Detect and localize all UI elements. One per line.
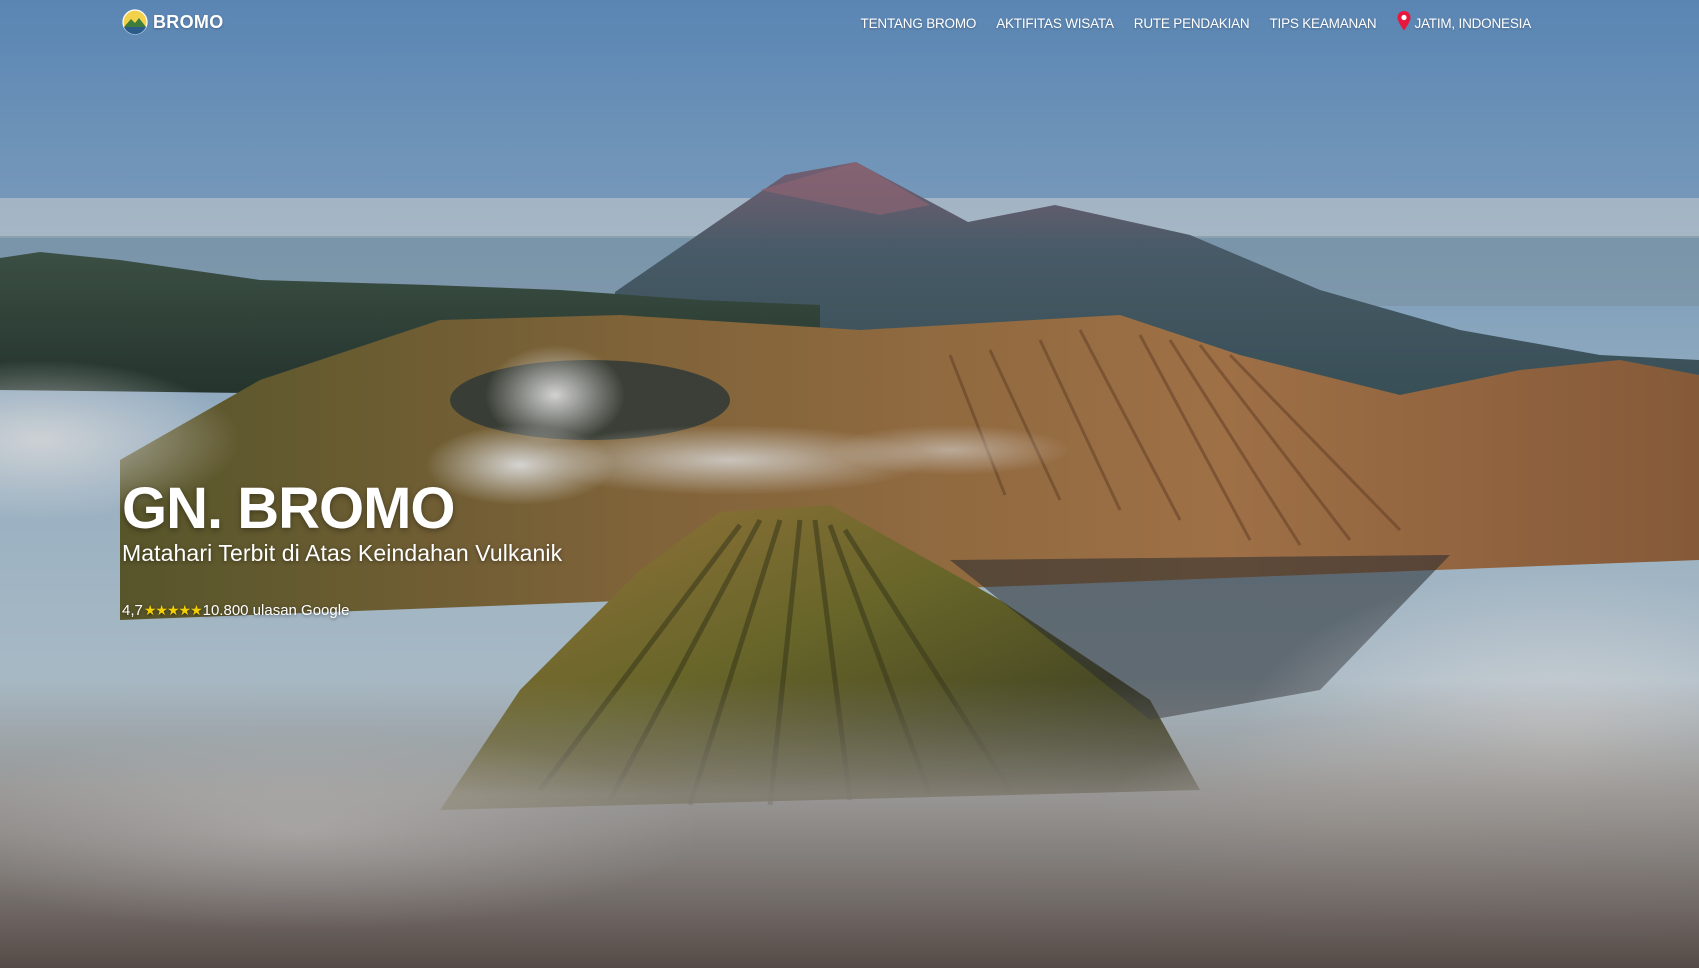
- hero-subtitle: Matahari Terbit di Atas Keindahan Vulkan…: [122, 540, 563, 566]
- map-pin-icon: [1397, 11, 1411, 31]
- nav-menu: TENTANG BROMO AKTIFITAS WISATA RUTE PEND…: [861, 11, 1531, 32]
- nav-item-tentang-bromo[interactable]: TENTANG BROMO: [861, 16, 977, 31]
- mountain-logo-icon: [122, 9, 148, 35]
- nav-item-tips-keamanan[interactable]: TIPS KEAMANAN: [1270, 16, 1377, 31]
- hero-title: GN. BROMO: [122, 476, 456, 541]
- nav-item-aktifitas-wisata[interactable]: AKTIFITAS WISATA: [996, 16, 1114, 31]
- top-navigation: BROMO TENTANG BROMO AKTIFITAS WISATA RUT…: [0, 0, 1699, 46]
- review-count: 10.800 ulasan Google: [202, 602, 350, 619]
- brand-name: BROMO: [153, 11, 224, 32]
- hero-text-block: GN. BROMO Matahari Terbit di Atas Keinda…: [122, 476, 563, 567]
- star-rating-icons: ★★★★★: [143, 602, 203, 618]
- hero-section: BROMO TENTANG BROMO AKTIFITAS WISATA RUT…: [0, 0, 1699, 968]
- google-rating: 4,7 ★★★★★ 10.800 ulasan Google: [122, 602, 349, 619]
- nav-item-location[interactable]: JATIM, INDONESIA: [1396, 11, 1531, 32]
- location-label: JATIM, INDONESIA: [1414, 15, 1531, 31]
- nav-item-rute-pendakian[interactable]: RUTE PENDAKIAN: [1134, 16, 1250, 31]
- rating-value: 4,7: [122, 602, 143, 619]
- brand-logo-link[interactable]: BROMO: [122, 9, 224, 35]
